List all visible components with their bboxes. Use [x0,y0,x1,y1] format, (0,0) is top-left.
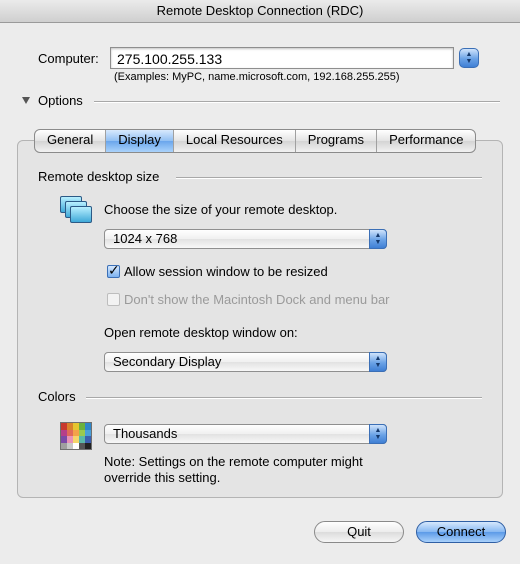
open-on-display-select[interactable]: Secondary Display ▲ ▼ [104,352,387,372]
remote-desktop-size-heading: Remote desktop size [38,169,160,184]
colors-heading: Colors [38,389,76,404]
quit-button[interactable]: Quit [314,521,404,543]
allow-resize-checkbox[interactable]: ✓ [107,262,120,278]
desktop-size-select[interactable]: 1024 x 768 ▲ ▼ [104,229,387,249]
monitors-icon [60,196,92,224]
tab-local-resources[interactable]: Local Resources [174,130,296,152]
colors-select[interactable]: Thousands ▲ ▼ [104,424,387,444]
open-on-label: Open remote desktop window on: [104,325,298,340]
computer-examples: (Examples: MyPC, name.microsoft.com, 192… [114,71,400,83]
size-prompt: Choose the size of your remote desktop. [104,202,338,217]
up-down-arrows-icon: ▲ ▼ [465,51,473,65]
tab-programs[interactable]: Programs [296,130,378,152]
options-separator [94,101,500,103]
colors-value: Thousands [113,426,178,441]
popup-arrows-icon: ▲ ▼ [374,232,382,246]
desktop-size-value: 1024 x 768 [113,231,178,246]
options-label[interactable]: Options [38,93,83,108]
color-palette-icon [60,422,92,450]
open-on-display-value: Secondary Display [113,354,222,369]
connect-button[interactable]: Connect [416,521,506,543]
popup-arrows-icon: ▲ ▼ [374,355,382,369]
tab-general[interactable]: General [35,130,107,152]
tab-performance[interactable]: Performance [377,130,475,152]
options-disclosure-triangle-icon[interactable] [22,97,30,104]
colors-separator [86,397,482,399]
checkmark-icon: ✓ [108,262,120,278]
computer-label: Computer: [38,51,99,66]
allow-resize-label: Allow session window to be resized [124,264,328,279]
hide-dock-checkbox[interactable] [107,293,120,306]
size-separator [176,177,482,179]
window-title: Remote Desktop Connection (RDC) [0,0,520,23]
popup-arrows-icon: ▲ ▼ [374,427,382,441]
computer-input[interactable]: 275.100.255.133 [110,47,454,69]
tab-bar: General Display Local Resources Programs… [34,129,477,153]
hide-dock-label: Don't show the Macintosh Dock and menu b… [124,292,390,307]
computer-history-button[interactable]: ▲ ▼ [459,48,479,68]
tab-display[interactable]: Display [106,130,174,152]
settings-note: Note: Settings on the remote computer mi… [104,454,363,485]
